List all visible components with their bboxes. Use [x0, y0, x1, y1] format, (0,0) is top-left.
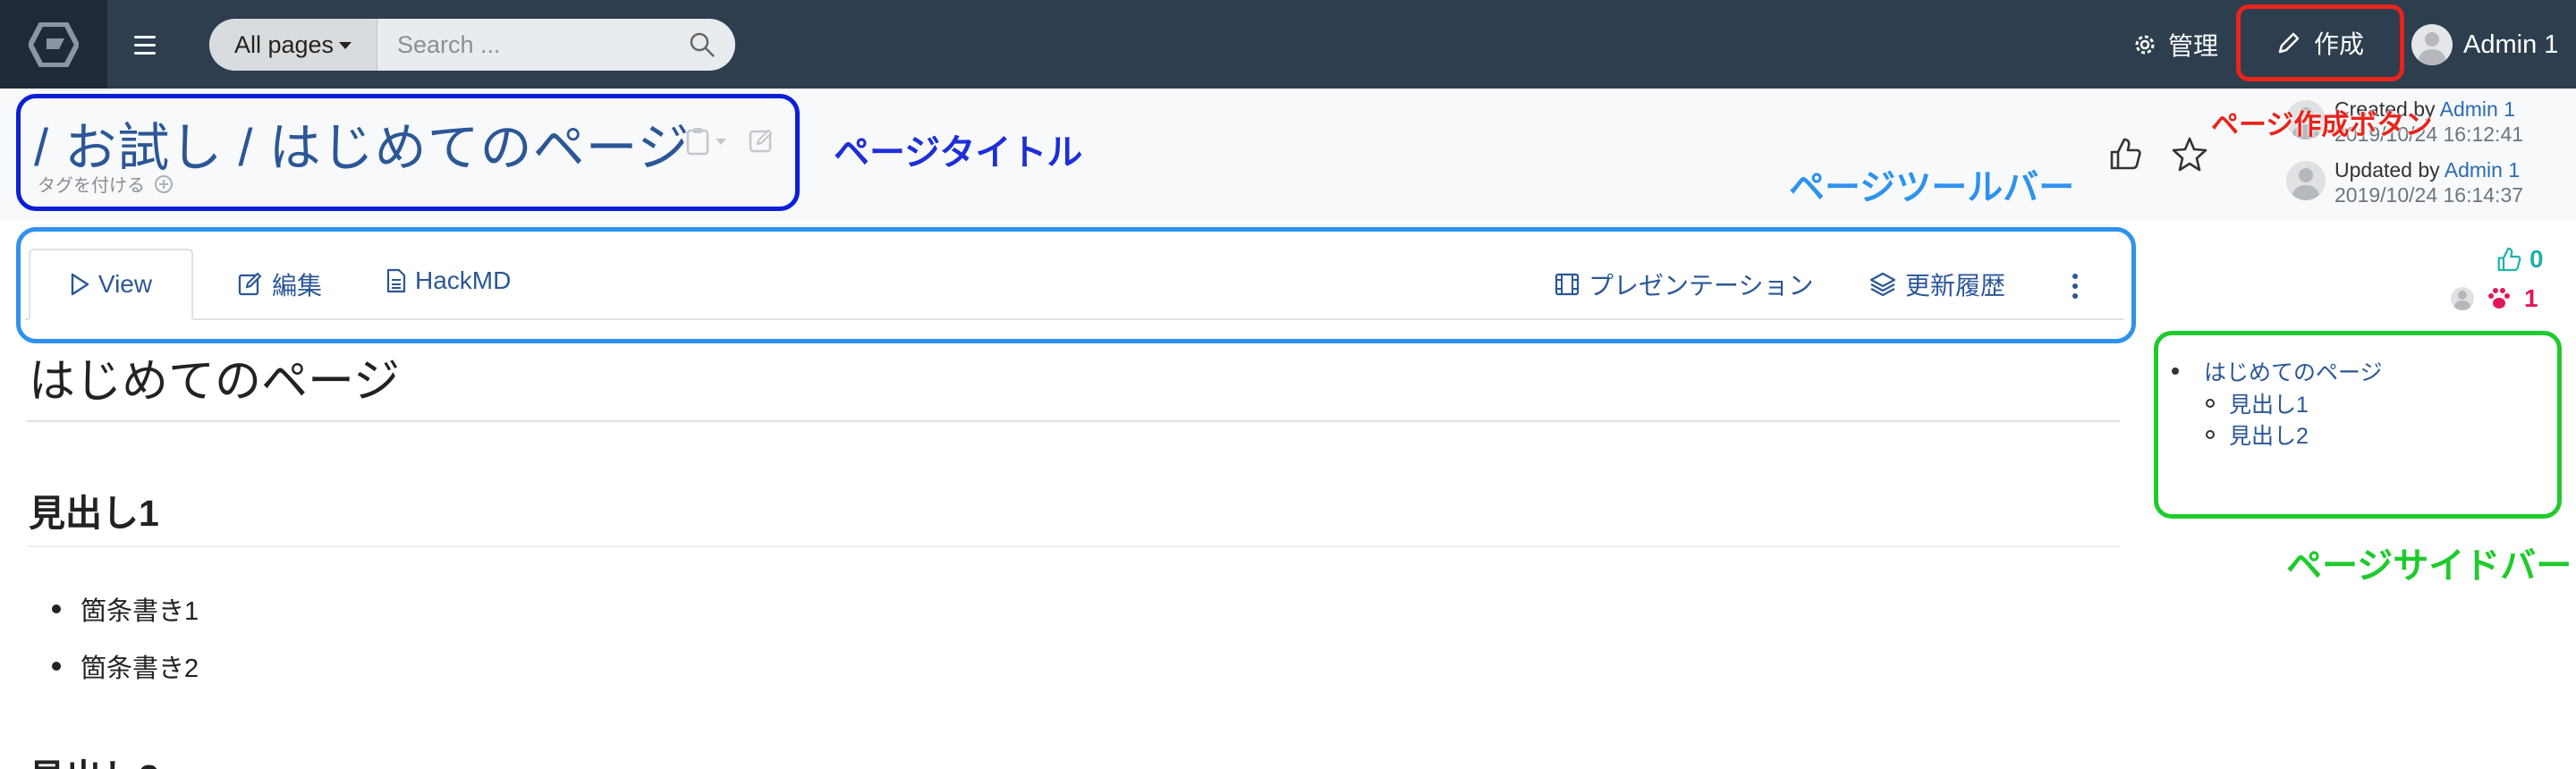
path-root-link[interactable]: / — [34, 119, 49, 177]
seen-count: 1 — [2524, 284, 2538, 312]
plus-circle-icon — [155, 174, 173, 193]
toc-link: はじめてのページ — [2204, 360, 2383, 385]
copy-path-icon[interactable] — [685, 127, 733, 156]
hamburger-line — [134, 35, 156, 38]
user-avatar — [2411, 24, 2453, 65]
pencil-icon — [2278, 32, 2300, 54]
tab-edit-label: 編集 — [272, 272, 323, 300]
layers-icon — [1869, 272, 1896, 297]
history-label: 更新履歴 — [1905, 272, 2006, 300]
updater-link[interactable]: Admin 1 — [2445, 158, 2520, 182]
toc-bullet — [2206, 399, 2215, 408]
rename-edit-icon[interactable] — [748, 127, 775, 154]
seen-user-avatar — [2451, 287, 2474, 310]
app-logo[interactable] — [0, 0, 107, 89]
document-icon — [386, 268, 406, 293]
thumbs-up-icon — [2497, 247, 2521, 272]
caret-down-icon — [339, 42, 352, 49]
toc-item-child[interactable]: 見出し1 — [2206, 387, 2309, 419]
bookmark-star-icon[interactable] — [2172, 136, 2207, 172]
search-icon[interactable] — [689, 31, 716, 58]
toc-link: 見出し2 — [2229, 424, 2309, 449]
updated-prefix: Updated by — [2334, 158, 2440, 182]
path-segment-link[interactable]: お試し — [64, 119, 223, 177]
list-item: 箇条書き2 — [52, 647, 199, 685]
create-page-button[interactable]: 作成 — [2236, 4, 2404, 81]
list-item-text: 箇条書き1 — [80, 597, 199, 626]
toc-bullet — [2206, 430, 2215, 439]
search-scope-dropdown[interactable]: All pages — [209, 19, 377, 71]
tab-divider — [25, 318, 2123, 320]
like-count: 0 — [2529, 245, 2544, 273]
kebab-dot — [2072, 283, 2078, 289]
bullet-dot — [52, 662, 61, 671]
like-button-icon[interactable] — [2107, 136, 2143, 172]
hamburger-line — [134, 51, 156, 55]
growi-logo-icon — [29, 21, 79, 67]
menu-toggle-button[interactable] — [127, 27, 163, 63]
kebab-dot — [2072, 293, 2078, 299]
annotation-create-button: ページ作成ボタン — [2211, 109, 2433, 140]
list-item: 箇条書き1 — [52, 590, 199, 628]
heading-divider — [27, 420, 2120, 422]
tab-hackmd-label: HackMD — [415, 266, 512, 294]
admin-link[interactable]: 管理 — [2132, 27, 2218, 63]
play-icon — [71, 273, 89, 296]
tab-hackmd[interactable]: HackMD — [386, 266, 511, 295]
updater-avatar — [2286, 161, 2326, 200]
like-counter[interactable]: 0 — [2496, 245, 2544, 274]
gear-icon — [2135, 35, 2155, 55]
history-button[interactable]: 更新履歴 — [1869, 266, 2005, 302]
toc-link: 見出し1 — [2229, 393, 2309, 418]
presentation-button[interactable]: プレゼンテーション — [1555, 266, 1813, 302]
annotation-page-sidebar: ページサイドバー — [2286, 546, 2572, 586]
tab-view[interactable]: View — [29, 249, 193, 320]
page-path: / お試し / はじめてのページ — [34, 106, 690, 181]
toc-item-child[interactable]: 見出し2 — [2206, 418, 2309, 451]
heading-divider — [27, 545, 2120, 547]
tab-view-label: View — [97, 270, 153, 298]
bullet-dot — [52, 604, 61, 613]
tab-edit[interactable]: 編集 — [238, 266, 322, 302]
annotation-page-toolbar: ページツールバー — [1789, 168, 2075, 207]
edit-icon — [238, 272, 262, 296]
search-bar: All pages — [209, 19, 735, 71]
toc-item-top[interactable]: はじめてのページ — [2172, 355, 2383, 387]
admin-label: 管理 — [2168, 32, 2219, 60]
list-item-text: 箇条書き2 — [80, 655, 199, 683]
search-scope-label: All pages — [233, 30, 335, 58]
create-label: 作成 — [2313, 30, 2364, 58]
tag-label: タグを付ける — [38, 176, 145, 196]
updated-info: Updated by Admin 1 2019/10/24 16:14:37 — [2286, 157, 2523, 207]
user-silhouette-icon — [2419, 32, 2445, 65]
presentation-label: プレゼンテーション — [1589, 272, 1814, 300]
updated-date: 2019/10/24 16:14:37 — [2334, 183, 2524, 207]
creator-link[interactable]: Admin 1 — [2440, 97, 2515, 121]
film-icon — [1555, 273, 1580, 296]
content-heading-2: 見出し2 — [29, 748, 159, 769]
kebab-dot — [2072, 274, 2078, 279]
path-separator: / — [238, 119, 254, 177]
content-heading-1: はじめてのページ — [29, 356, 400, 408]
annotation-toolbar-box — [16, 227, 2136, 343]
seen-users[interactable]: 1 — [2451, 284, 2538, 313]
search-input[interactable] — [377, 19, 735, 71]
paw-icon — [2488, 288, 2510, 308]
toc-bullet — [2172, 368, 2179, 375]
annotation-page-title: ページタイトル — [834, 133, 1083, 173]
user-name: Admin 1 — [2463, 30, 2559, 59]
more-options-icon[interactable] — [2068, 268, 2082, 304]
hamburger-line — [134, 43, 156, 46]
add-tag-link[interactable]: タグを付ける — [38, 171, 174, 197]
path-current-page[interactable]: はじめてのページ — [269, 119, 691, 177]
content-heading-2: 見出し1 — [29, 493, 159, 534]
user-menu[interactable]: Admin 1 — [2411, 24, 2558, 65]
